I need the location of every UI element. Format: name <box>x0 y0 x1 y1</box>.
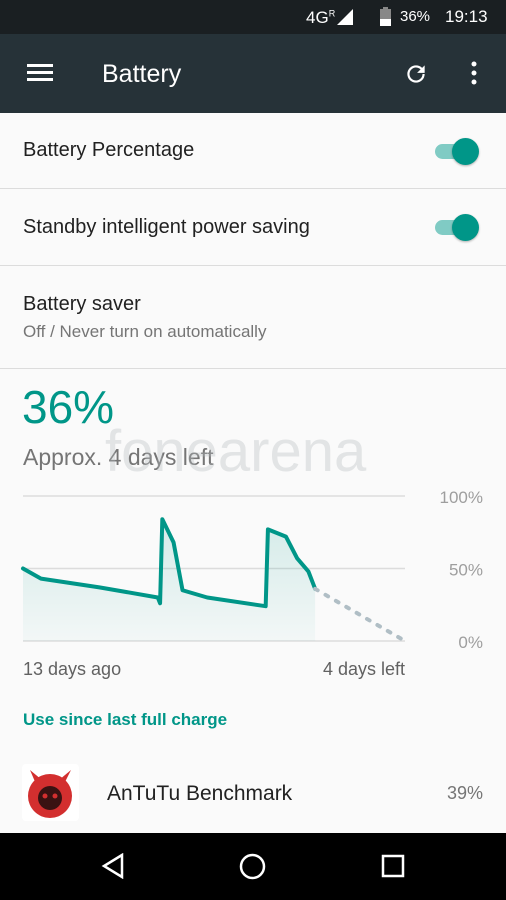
battery-percentage-setting[interactable]: Battery Percentage <box>0 113 506 189</box>
watermark: fonearena <box>105 419 367 484</box>
y-tick-label: 50% <box>449 561 483 580</box>
antutu-app-icon <box>22 764 79 821</box>
y-tick-label: 0% <box>458 633 483 652</box>
setting-label: Battery Percentage <box>23 139 195 161</box>
standby-power-saving-setting[interactable]: Standby intelligent power saving <box>0 189 506 266</box>
app-usage-row[interactable]: AnTuTu Benchmark 39% <box>0 760 506 830</box>
more-vert-icon[interactable] <box>470 60 478 86</box>
app-bar: Battery <box>0 34 506 113</box>
x-axis-label: 13 days ago <box>23 659 121 679</box>
navigation-bar <box>0 833 506 900</box>
battery-saver-setting[interactable]: Battery saver Off / Never turn on automa… <box>0 266 506 369</box>
back-icon[interactable] <box>100 853 126 879</box>
recents-icon[interactable] <box>381 854 405 878</box>
signal-icon <box>337 9 353 25</box>
battery-percentage-toggle[interactable] <box>433 136 479 166</box>
battery-projection-line <box>313 586 407 643</box>
clock: 19:13 <box>445 7 488 26</box>
app-name: AnTuTu Benchmark <box>107 782 293 805</box>
setting-summary: Off / Never turn on automatically <box>23 322 267 341</box>
network-type: 4GR <box>306 8 336 27</box>
menu-icon[interactable] <box>27 63 53 83</box>
home-icon[interactable] <box>239 853 266 880</box>
x-axis-label: 4 days left <box>323 659 405 679</box>
battery-icon <box>380 7 391 26</box>
page-title: Battery <box>102 60 182 88</box>
battery-percent-status: 36% <box>400 8 431 25</box>
setting-label: Battery saver <box>23 293 141 315</box>
battery-level: 36% <box>22 381 115 433</box>
app-percent: 39% <box>446 783 483 803</box>
y-tick-label: 100% <box>440 488 483 507</box>
setting-label: Standby intelligent power saving <box>23 216 310 238</box>
battery-chart: 100% 50% 0% 13 days ago 4 days left <box>21 488 483 679</box>
status-bar: 4GR 36% 19:13 <box>0 0 506 34</box>
refresh-icon[interactable] <box>403 61 429 87</box>
usage-header: Use since last full charge <box>23 710 228 729</box>
standby-power-saving-toggle[interactable] <box>433 212 479 242</box>
